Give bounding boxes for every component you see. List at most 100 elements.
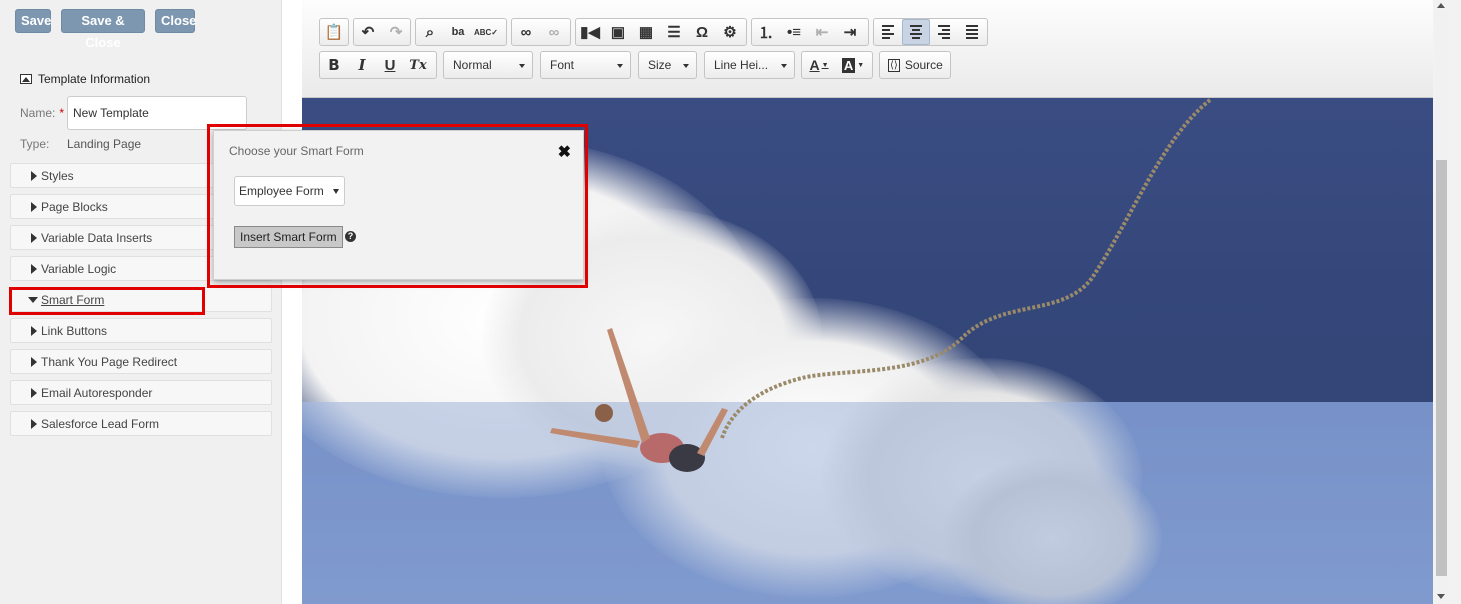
special-character-icon[interactable]: Ω xyxy=(688,19,716,45)
undo-icon[interactable]: ↶ xyxy=(354,19,382,45)
link-icon[interactable]: ∞ xyxy=(512,19,540,45)
italic-button[interactable]: I xyxy=(348,52,376,78)
format-combo-value: Normal xyxy=(453,58,492,72)
template-sidebar: Save Save & Close Close Template Informa… xyxy=(0,0,282,604)
dropdown-caret-icon: ▼ xyxy=(857,61,865,69)
insert-smart-form-button[interactable]: Insert Smart Form xyxy=(234,226,343,248)
font-combo[interactable]: Font xyxy=(540,51,631,79)
paste-icon[interactable]: 📋 xyxy=(320,19,348,45)
background-color-button[interactable]: A ▼ xyxy=(836,52,870,78)
text-color-button[interactable]: A ▼ xyxy=(802,52,836,78)
settings-gear-icon[interactable]: ⚙ xyxy=(716,19,744,45)
section-label: Page Blocks xyxy=(41,199,108,214)
save-close-button[interactable]: Save & Close xyxy=(61,9,145,50)
expand-arrow-icon xyxy=(31,233,37,243)
find-group: ⌕ ba ABC✓ xyxy=(415,18,507,46)
dialog-title: Choose your Smart Form xyxy=(229,144,364,158)
close-button[interactable]: Close xyxy=(155,9,196,33)
bulleted-list-icon[interactable]: •≡ xyxy=(780,19,808,45)
name-label-text: Name: xyxy=(20,106,56,120)
list-group: ⒈ •≡ ⇤ ⇥ xyxy=(751,18,869,46)
type-label: Type: xyxy=(20,137,50,151)
editor-toolbar: 📋 ↶ ↷ ⌕ ba ABC✓ ∞ ∞ ▮◀ ▣ ▦ ☰ Ω ⚙ ⒈ •≡ ⇤ … xyxy=(302,0,1433,98)
horizontal-line-icon[interactable]: ☰ xyxy=(660,19,688,45)
section-salesforce-lead-form[interactable]: Salesforce Lead Form xyxy=(10,411,272,436)
line-height-combo[interactable]: Line Hei... xyxy=(704,51,795,79)
video-icon[interactable]: ▮◀ xyxy=(576,19,604,45)
scrollbar-thumb[interactable] xyxy=(1436,160,1447,576)
expand-arrow-icon xyxy=(31,326,37,336)
find-icon[interactable]: ⌕ xyxy=(416,19,444,45)
section-email-autoresponder[interactable]: Email Autoresponder xyxy=(10,380,272,405)
unlink-icon[interactable]: ∞ xyxy=(540,19,568,45)
section-label: Styles xyxy=(41,168,74,183)
expand-arrow-icon xyxy=(31,202,37,212)
name-label: Name: * xyxy=(20,106,64,120)
template-information-title: Template Information xyxy=(38,72,151,86)
align-center-icon[interactable] xyxy=(902,19,930,45)
save-button[interactable]: Save xyxy=(15,9,51,33)
align-group xyxy=(873,18,988,46)
replace-icon[interactable]: ba xyxy=(444,19,472,45)
basic-style-group: B I U Tx xyxy=(319,51,437,79)
table-icon[interactable]: ▦ xyxy=(632,19,660,45)
line-height-combo-value: Line Hei... xyxy=(714,58,769,72)
color-group: A ▼ A ▼ xyxy=(801,51,873,79)
outdent-icon[interactable]: ⇤ xyxy=(808,19,836,45)
align-justify-icon[interactable] xyxy=(958,19,986,45)
dropdown-caret-icon xyxy=(617,64,623,68)
section-label: Email Autoresponder xyxy=(41,385,153,400)
insert-group: ▮◀ ▣ ▦ ☰ Ω ⚙ xyxy=(575,18,747,46)
required-marker: * xyxy=(59,106,65,120)
bold-button[interactable]: B xyxy=(320,52,348,78)
section-label: Link Buttons xyxy=(41,323,108,338)
section-link-buttons[interactable]: Link Buttons xyxy=(10,318,272,343)
expand-arrow-icon xyxy=(31,171,37,181)
section-thank-you-page-redirect[interactable]: Thank You Page Redirect xyxy=(10,349,272,374)
smart-form-select-value: Employee Form xyxy=(239,184,324,198)
dropdown-caret-icon xyxy=(683,64,689,68)
font-combo-value: Font xyxy=(550,58,575,72)
image-insert-icon[interactable]: ▣ xyxy=(604,19,632,45)
expand-arrow-icon xyxy=(31,388,37,398)
image-icon xyxy=(20,74,32,84)
section-label: Variable Logic xyxy=(41,261,117,276)
expand-arrow-icon xyxy=(31,264,37,274)
section-label: Variable Data Inserts xyxy=(41,230,153,245)
section-label: Salesforce Lead Form xyxy=(41,416,160,431)
history-group: ↶ ↷ xyxy=(353,18,411,46)
link-group: ∞ ∞ xyxy=(511,18,571,46)
expand-arrow-icon xyxy=(31,419,37,429)
spellcheck-icon[interactable]: ABC✓ xyxy=(472,19,500,45)
scroll-up-arrow-icon[interactable] xyxy=(1437,3,1445,8)
source-code-icon: ⟨⟩ xyxy=(888,58,900,72)
format-combo[interactable]: Normal xyxy=(443,51,533,79)
size-combo-value: Size xyxy=(648,58,672,72)
scroll-down-arrow-icon[interactable] xyxy=(1437,594,1445,599)
collapse-arrow-icon xyxy=(28,297,38,303)
dropdown-caret-icon xyxy=(333,189,339,194)
redo-icon[interactable]: ↷ xyxy=(382,19,410,45)
smart-form-select[interactable]: Employee Form xyxy=(234,176,345,206)
type-value: Landing Page xyxy=(67,137,142,151)
underline-button[interactable]: U xyxy=(376,52,404,78)
close-icon[interactable]: ✖ xyxy=(558,142,571,162)
dropdown-caret-icon: ▼ xyxy=(821,61,829,69)
indent-icon[interactable]: ⇥ xyxy=(836,19,864,45)
template-name-input[interactable] xyxy=(67,96,247,130)
remove-format-button[interactable]: Tx xyxy=(404,52,432,78)
source-label: Source xyxy=(904,58,943,72)
expand-arrow-icon xyxy=(31,357,37,367)
help-icon[interactable]: ? xyxy=(345,231,356,242)
source-button[interactable]: ⟨⟩ Source xyxy=(879,51,951,79)
size-combo[interactable]: Size xyxy=(638,51,697,79)
numbered-list-icon[interactable]: ⒈ xyxy=(752,19,780,45)
align-left-icon[interactable] xyxy=(874,19,902,45)
align-right-icon[interactable] xyxy=(930,19,958,45)
text-color-icon: A xyxy=(809,57,820,73)
dropdown-caret-icon xyxy=(519,64,525,68)
section-smart-form[interactable]: Smart Form xyxy=(10,287,272,312)
background-color-icon: A xyxy=(841,57,856,73)
section-label: Smart Form xyxy=(41,292,105,307)
section-label: Thank You Page Redirect xyxy=(41,354,178,369)
